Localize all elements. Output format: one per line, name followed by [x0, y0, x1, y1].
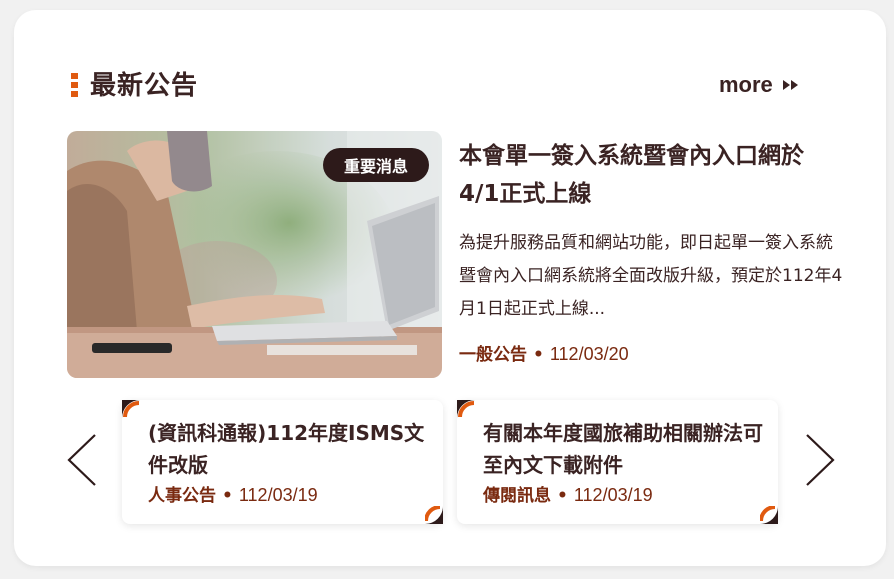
prev-arrow[interactable] [66, 433, 98, 487]
meta-separator: • [557, 486, 568, 506]
news-category: 傳閱訊息 [483, 486, 551, 506]
next-arrow[interactable] [804, 433, 836, 487]
meta-separator: • [533, 345, 544, 365]
featured-title[interactable]: 本會單一簽入系統暨會內入口網於4/1正式上線 [459, 137, 844, 213]
news-title: 有關本年度國旅補助相關辦法可至內文下載附件 [483, 421, 763, 477]
news-meta: 人事公告 • 112/03/19 [148, 483, 318, 508]
more-link[interactable]: more [719, 70, 799, 100]
corner-accent-icon [122, 400, 140, 418]
chevron-left-icon [67, 434, 96, 486]
corner-accent-icon [457, 400, 475, 418]
news-title: (資訊科通報)112年度ISMS文件改版 [148, 421, 425, 477]
news-date: 112/03/19 [238, 485, 318, 505]
meta-separator: • [222, 486, 233, 506]
news-card[interactable]: 有關本年度國旅補助相關辦法可至內文下載附件 傳閱訊息 • 112/03/19 [457, 400, 778, 524]
title-marker [71, 73, 78, 100]
section-title: 最新公告 [90, 71, 199, 101]
chevron-right-icon [806, 434, 835, 486]
news-category: 人事公告 [148, 486, 216, 506]
double-chevron-right-icon [782, 80, 798, 90]
news-card[interactable]: (資訊科通報)112年度ISMS文件改版 人事公告 • 112/03/19 [122, 400, 443, 524]
news-date: 112/03/19 [573, 485, 653, 505]
featured-description: 為提升服務品質和網站功能，即日起單一簽入系統暨會內入口網系統將全面改版升級，預定… [459, 233, 843, 319]
important-badge: 重要消息 [323, 148, 429, 182]
featured-category: 一般公告 [459, 345, 527, 365]
more-label: more [719, 72, 773, 97]
featured-date: 112/03/20 [549, 344, 629, 364]
featured-meta: 一般公告 • 112/03/20 [459, 342, 629, 367]
corner-accent-icon [760, 506, 778, 524]
corner-accent-icon [425, 506, 443, 524]
news-meta: 傳閱訊息 • 112/03/19 [483, 483, 653, 508]
